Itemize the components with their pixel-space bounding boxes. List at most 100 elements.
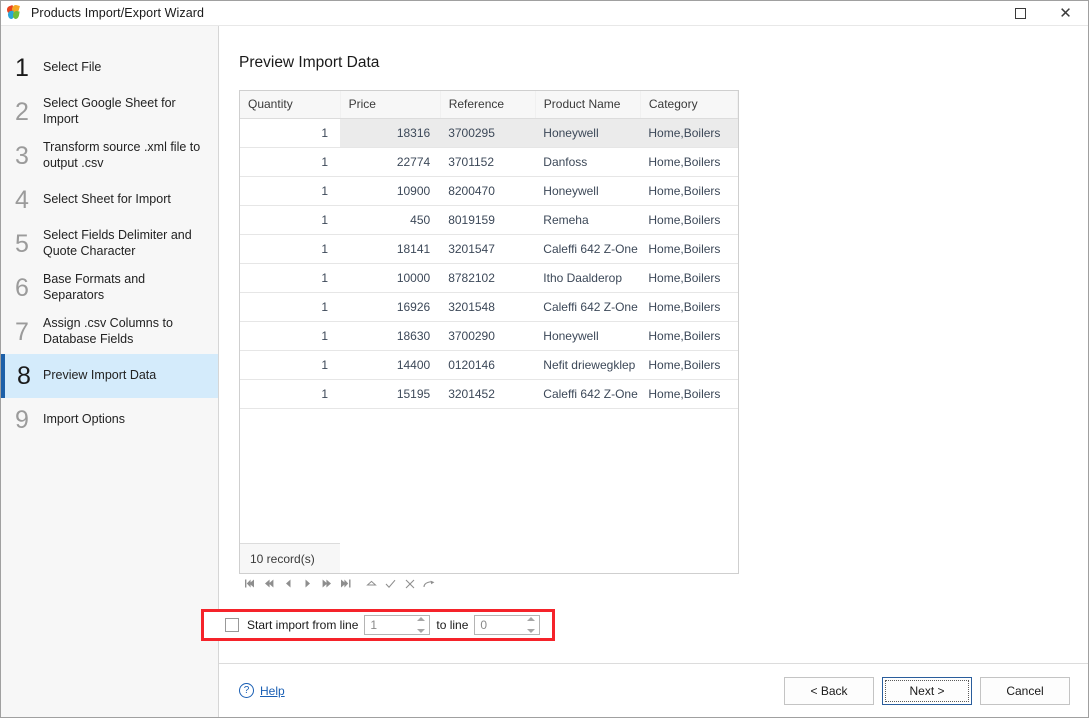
cell-reference[interactable]: 3201452 — [440, 379, 535, 408]
cell-reference[interactable]: 8782102 — [440, 263, 535, 292]
close-icon[interactable]: ✕ — [1043, 1, 1088, 26]
column-header-quantity[interactable]: Quantity — [240, 91, 340, 118]
sidebar-item-base-formats[interactable]: 6 Base Formats and Separators — [1, 266, 218, 310]
from-line-spinner-arrows[interactable] — [415, 617, 426, 633]
cell-quantity[interactable]: 1 — [240, 205, 340, 234]
post-edit-icon[interactable] — [381, 575, 400, 592]
sidebar-item-import-options[interactable]: 9 Import Options — [1, 398, 218, 442]
table-row[interactable]: 1 16926 3201548 Caleffi 642 Z-One Home,B… — [240, 292, 738, 321]
back-button[interactable]: < Back — [784, 677, 874, 705]
cell-product-name[interactable]: Caleffi 642 Z-One — [535, 379, 640, 408]
cell-category[interactable]: Home,Boilers — [640, 118, 737, 147]
main-content: Preview Import Data Quantity Price Refer… — [219, 26, 1088, 717]
column-header-product-name[interactable]: Product Name — [535, 91, 640, 118]
refresh-icon[interactable] — [419, 575, 438, 592]
cell-reference[interactable]: 8200470 — [440, 176, 535, 205]
cell-product-name[interactable]: Remeha — [535, 205, 640, 234]
maximize-icon[interactable] — [998, 1, 1043, 26]
cell-price[interactable]: 450 — [340, 205, 440, 234]
window-body: 1 Select File 2 Select Google Sheet for … — [1, 26, 1088, 717]
cell-reference[interactable]: 3201547 — [440, 234, 535, 263]
cell-category[interactable]: Home,Boilers — [640, 263, 737, 292]
cell-product-name[interactable]: Itho Daalderop — [535, 263, 640, 292]
prior-page-icon[interactable] — [260, 575, 279, 592]
next-page-icon[interactable] — [317, 575, 336, 592]
cell-price[interactable]: 18141 — [340, 234, 440, 263]
cell-product-name[interactable]: Caleffi 642 Z-One — [535, 234, 640, 263]
sidebar-item-preview-import-data[interactable]: 8 Preview Import Data — [1, 354, 218, 398]
sidebar-item-transform-source[interactable]: 3 Transform source .xml file to output .… — [1, 134, 218, 178]
cell-price[interactable]: 22774 — [340, 147, 440, 176]
to-line-spinner-arrows[interactable] — [525, 617, 536, 633]
cell-reference[interactable]: 0120146 — [440, 350, 535, 379]
cell-reference[interactable]: 3201548 — [440, 292, 535, 321]
cell-product-name[interactable]: Danfoss — [535, 147, 640, 176]
sidebar-item-select-google-sheet[interactable]: 2 Select Google Sheet for Import — [1, 90, 218, 134]
cell-category[interactable]: Home,Boilers — [640, 147, 737, 176]
help-link[interactable]: ? Help — [239, 683, 285, 698]
cell-quantity[interactable]: 1 — [240, 379, 340, 408]
cell-product-name[interactable]: Caleffi 642 Z-One — [535, 292, 640, 321]
cell-price[interactable]: 14400 — [340, 350, 440, 379]
cell-category[interactable]: Home,Boilers — [640, 205, 737, 234]
cell-price[interactable]: 15195 — [340, 379, 440, 408]
table-row[interactable]: 1 18141 3201547 Caleffi 642 Z-One Home,B… — [240, 234, 738, 263]
sidebar-item-assign-columns[interactable]: 7 Assign .csv Columns to Database Fields — [1, 310, 218, 354]
next-button[interactable]: Next > — [882, 677, 972, 705]
cell-quantity[interactable]: 1 — [240, 234, 340, 263]
cancel-button[interactable]: Cancel — [980, 677, 1070, 705]
column-header-category[interactable]: Category — [640, 91, 737, 118]
column-header-reference[interactable]: Reference — [440, 91, 535, 118]
cell-quantity[interactable]: 1 — [240, 147, 340, 176]
cell-product-name[interactable]: Honeywell — [535, 176, 640, 205]
preview-data-grid[interactable]: Quantity Price Reference Product Name Ca… — [239, 90, 739, 574]
sidebar-item-fields-delimiter[interactable]: 5 Select Fields Delimiter and Quote Char… — [1, 222, 218, 266]
insert-record-icon[interactable] — [362, 575, 381, 592]
sidebar-item-select-file[interactable]: 1 Select File — [1, 46, 218, 90]
cell-category[interactable]: Home,Boilers — [640, 321, 737, 350]
prior-record-icon[interactable] — [279, 575, 298, 592]
step-label: Import Options — [43, 412, 131, 428]
cell-price[interactable]: 16926 — [340, 292, 440, 321]
cell-category[interactable]: Home,Boilers — [640, 379, 737, 408]
cell-category[interactable]: Home,Boilers — [640, 176, 737, 205]
table-row[interactable]: 1 14400 0120146 Nefit driewegklep Home,B… — [240, 350, 738, 379]
cell-category[interactable]: Home,Boilers — [640, 292, 737, 321]
cell-product-name[interactable]: Honeywell — [535, 118, 640, 147]
last-record-icon[interactable] — [336, 575, 355, 592]
table-row[interactable]: 1 15195 3201452 Caleffi 642 Z-One Home,B… — [240, 379, 738, 408]
cell-price[interactable]: 10900 — [340, 176, 440, 205]
cell-quantity[interactable]: 1 — [240, 350, 340, 379]
next-record-icon[interactable] — [298, 575, 317, 592]
start-import-checkbox[interactable] — [225, 618, 239, 632]
cell-quantity[interactable]: 1 — [240, 321, 340, 350]
cell-reference[interactable]: 8019159 — [440, 205, 535, 234]
from-line-stepper[interactable]: 1 — [364, 615, 430, 635]
cell-price[interactable]: 18630 — [340, 321, 440, 350]
cell-product-name[interactable]: Honeywell — [535, 321, 640, 350]
cell-category[interactable]: Home,Boilers — [640, 234, 737, 263]
column-header-price[interactable]: Price — [340, 91, 440, 118]
cell-category[interactable]: Home,Boilers — [640, 350, 737, 379]
step-label: Transform source .xml file to output .cs… — [43, 140, 208, 171]
to-line-stepper[interactable]: 0 — [474, 615, 540, 635]
table-row[interactable]: 1 10000 8782102 Itho Daalderop Home,Boil… — [240, 263, 738, 292]
cell-quantity[interactable]: 1 — [240, 263, 340, 292]
cell-price[interactable]: 10000 — [340, 263, 440, 292]
table-row[interactable]: 1 18630 3700290 Honeywell Home,Boilers — [240, 321, 738, 350]
table-row[interactable]: 1 22774 3701152 Danfoss Home,Boilers — [240, 147, 738, 176]
cancel-edit-icon[interactable] — [400, 575, 419, 592]
table-row[interactable]: 1 18316 3700295 Honeywell Home,Boilers — [240, 118, 738, 147]
cell-price[interactable]: 18316 — [340, 118, 440, 147]
cell-reference[interactable]: 3700290 — [440, 321, 535, 350]
cell-product-name[interactable]: Nefit driewegklep — [535, 350, 640, 379]
cell-quantity[interactable]: 1 — [240, 292, 340, 321]
sidebar-item-select-sheet[interactable]: 4 Select Sheet for Import — [1, 178, 218, 222]
cell-quantity[interactable]: 1 — [240, 176, 340, 205]
table-row[interactable]: 1 10900 8200470 Honeywell Home,Boilers — [240, 176, 738, 205]
first-record-icon[interactable] — [241, 575, 260, 592]
table-row[interactable]: 1 450 8019159 Remeha Home,Boilers — [240, 205, 738, 234]
cell-reference[interactable]: 3701152 — [440, 147, 535, 176]
cell-reference[interactable]: 3700295 — [440, 118, 535, 147]
cell-quantity[interactable]: 1 — [240, 118, 340, 147]
